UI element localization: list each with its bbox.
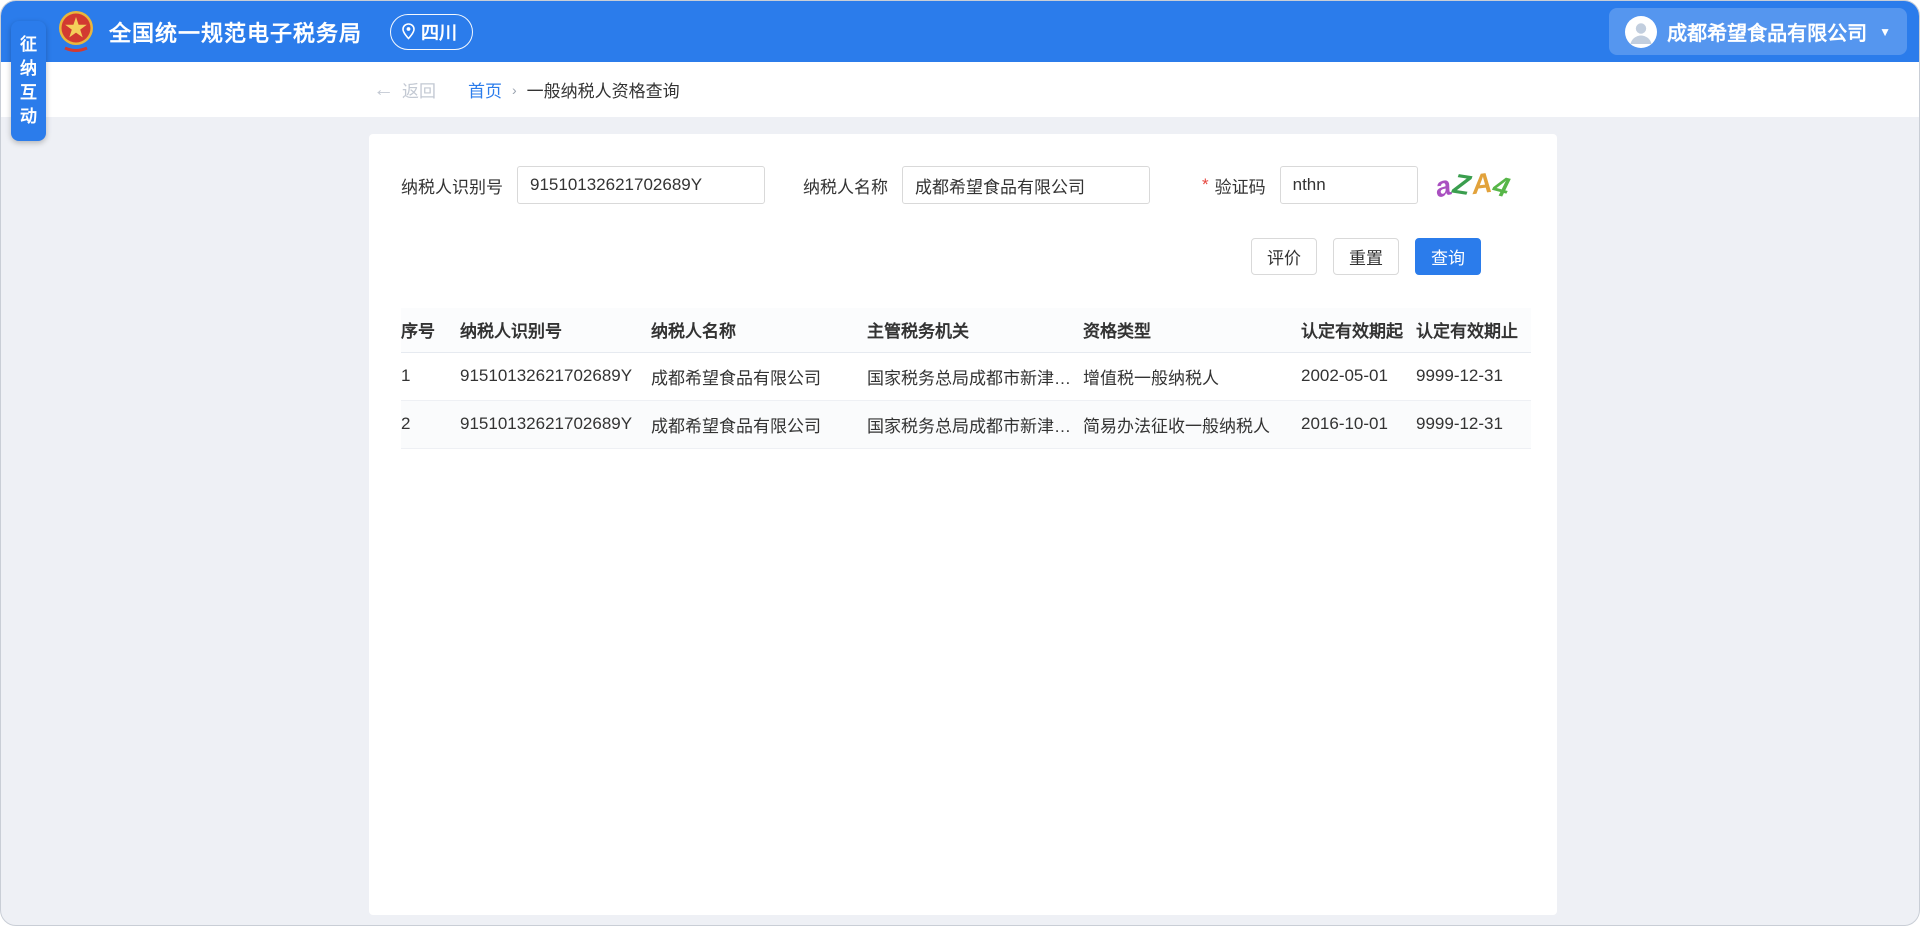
taxpayer-name-input[interactable] [902,166,1150,204]
field-captcha: * 验证码 a Z A 4 [1202,166,1524,204]
user-menu[interactable]: 成都希望食品有限公司 ▼ [1609,8,1907,55]
user-name: 成都希望食品有限公司 [1667,17,1867,46]
reset-button[interactable]: 重置 [1333,238,1399,275]
taxpayer-id-label: 纳税人识别号 [401,173,503,198]
region-label: 四川 [421,19,457,45]
breadcrumb-home-link[interactable]: 首页 [468,77,502,102]
breadcrumb-current: 一般纳税人资格查询 [527,77,680,102]
back-label: 返回 [402,77,436,102]
evaluate-button[interactable]: 评价 [1251,238,1317,275]
back-arrow-icon: ← [373,79,394,100]
col-header-valid-from: 认定有效期起 [1301,308,1416,352]
taxpayer-id-input[interactable] [517,166,765,204]
taxpayer-name-label: 纳税人名称 [803,173,888,198]
action-buttons: 评价 重置 查询 [401,238,1531,275]
captcha-input[interactable] [1280,166,1418,204]
brand: 全国统一规范电子税务局 四川 [55,9,473,55]
table-cell: 91510132621702689Y [460,352,651,400]
top-header: 全国统一规范电子税务局 四川 成都希望食品有限公司 ▼ [1,1,1919,62]
side-tab-label: 征纳互动 [20,33,37,129]
table-cell: 2002-05-01 [1301,352,1416,400]
captcha-label: 验证码 [1215,173,1266,198]
table-cell: 2 [401,400,460,448]
table-row: 1 91510132621702689Y 成都希望食品有限公司 国家税务总局成都… [401,352,1531,400]
table-row: 2 91510132621702689Y 成都希望食品有限公司 国家税务总局成都… [401,400,1531,448]
content-card: 纳税人识别号 纳税人名称 * 验证码 a Z A 4 评价 重置 [369,134,1557,915]
breadcrumb-bar: ← 返回 首页 › 一般纳税人资格查询 [1,62,1919,117]
table-cell: 成都希望食品有限公司 [651,352,867,400]
table-cell: 9999-12-31 [1416,352,1531,400]
table-header-row: 序号 纳税人识别号 纳税人名称 主管税务机关 资格类型 认定有效期起 认定有效期… [401,308,1531,352]
field-taxpayer-name: 纳税人名称 [803,166,1150,204]
back-button[interactable]: ← 返回 [373,77,436,102]
chevron-down-icon: ▼ [1879,25,1891,39]
query-button[interactable]: 查询 [1415,238,1481,275]
required-asterisk: * [1202,175,1209,195]
avatar-icon [1625,16,1657,48]
col-header-valid-to: 认定有效期止 [1416,308,1531,352]
table-cell: 国家税务总局成都市新津区税... [867,400,1083,448]
app-title: 全国统一规范电子税务局 [109,16,362,48]
breadcrumb-separator: › [512,82,517,98]
results-table: 序号 纳税人识别号 纳税人名称 主管税务机关 资格类型 认定有效期起 认定有效期… [401,308,1531,449]
table-cell: 9999-12-31 [1416,400,1531,448]
table-cell: 国家税务总局成都市新津区税... [867,352,1083,400]
table-cell: 成都希望食品有限公司 [651,400,867,448]
col-header-tax-authority: 主管税务机关 [867,308,1083,352]
col-header-qualification-type: 资格类型 [1083,308,1301,352]
app-window: 全国统一规范电子税务局 四川 成都希望食品有限公司 ▼ 征纳互动 [0,0,1920,926]
captcha-char: Z [1451,170,1472,200]
table-cell: 91510132621702689Y [460,400,651,448]
table-cell: 1 [401,352,460,400]
national-emblem-logo [55,9,97,55]
table-cell: 增值税一般纳税人 [1083,352,1301,400]
captcha-char: 4 [1490,171,1512,202]
location-pin-icon [401,23,416,40]
query-form: 纳税人识别号 纳税人名称 * 验证码 a Z A 4 [401,166,1531,204]
table-cell: 2016-10-01 [1301,400,1416,448]
field-taxpayer-id: 纳税人识别号 [401,166,765,204]
col-header-taxpayer-id: 纳税人识别号 [460,308,651,352]
side-tab-interaction[interactable]: 征纳互动 [11,21,46,141]
col-header-taxpayer-name: 纳税人名称 [651,308,867,352]
col-header-index: 序号 [401,308,460,352]
captcha-image[interactable]: a Z A 4 [1422,166,1524,204]
table-cell: 简易办法征收一般纳税人 [1083,400,1301,448]
region-badge[interactable]: 四川 [390,14,473,50]
